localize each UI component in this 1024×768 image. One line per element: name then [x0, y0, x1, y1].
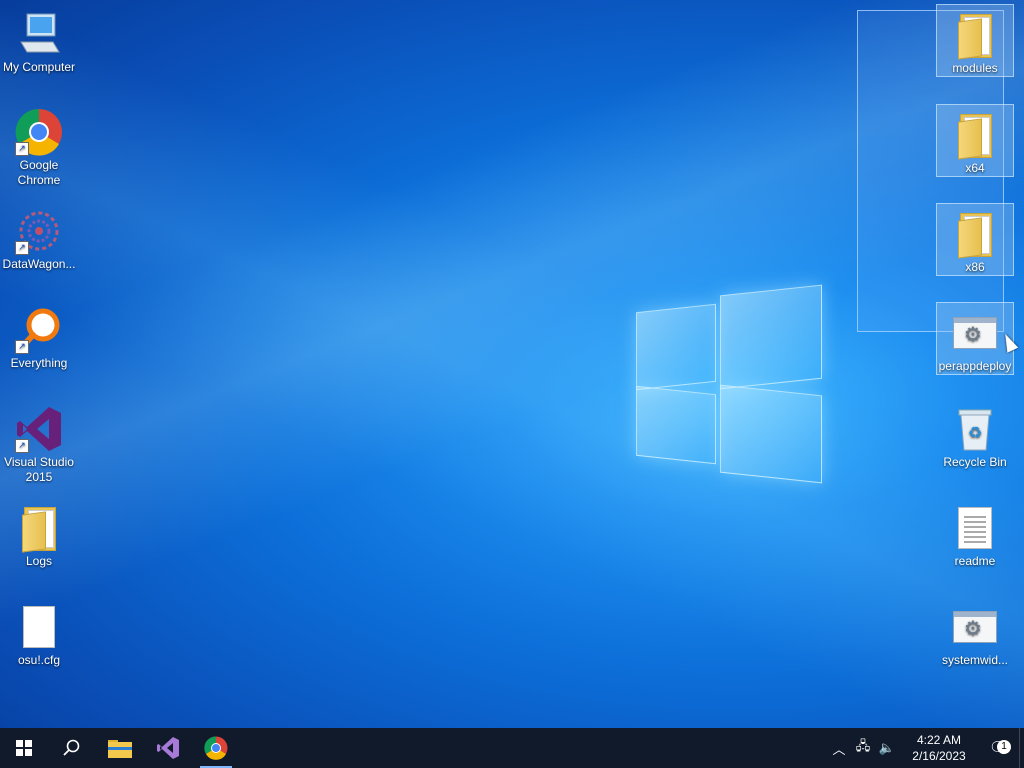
desktop-icon-everything[interactable]: ↗ Everything — [0, 300, 78, 371]
file-icon — [15, 603, 63, 651]
desktop-icon-label: Recycle Bin — [943, 455, 1007, 469]
setup-config-icon: ⚙ — [951, 603, 999, 651]
desktop-icon-label: perappdeploy — [938, 359, 1012, 373]
desktop-icon-logs[interactable]: Logs — [0, 498, 78, 569]
visual-studio-button[interactable] — [144, 728, 192, 768]
shortcut-arrow-icon: ↗ — [15, 439, 29, 453]
recycle-bin-icon: ♻ — [951, 405, 999, 453]
clock-date: 2/16/2023 — [912, 749, 966, 763]
desktop-icon-label: DataWagon... — [2, 257, 76, 271]
desktop-icon-osu-cfg[interactable]: osu!.cfg — [0, 597, 78, 668]
desktop-icon-label: osu!.cfg — [17, 653, 61, 667]
windows-logo-wallpaper — [636, 284, 822, 484]
desktop-icon-x86[interactable]: x86 — [936, 203, 1014, 276]
desktop-icon-label: Google Chrome — [17, 158, 61, 187]
notification-count-badge: 1 — [997, 740, 1011, 754]
visual-studio-icon — [157, 737, 179, 759]
clock[interactable]: 4:22 AM 2/16/2023 — [899, 732, 979, 764]
folder-icon — [15, 504, 63, 553]
chevron-up-icon[interactable]: ︿ — [827, 739, 851, 758]
desktop-icon-modules[interactable]: modules — [936, 4, 1014, 77]
everything-icon: ↗ — [15, 306, 63, 354]
desktop-icon-x64[interactable]: x64 — [936, 104, 1014, 177]
network-icon[interactable]: 🖧 — [851, 737, 875, 759]
svg-text:♻: ♻ — [968, 425, 982, 442]
text-document-icon — [951, 504, 999, 552]
desktop-icon-label: My Computer — [2, 60, 76, 74]
chrome-icon: ↗ — [15, 108, 63, 156]
desktop-icon-label: readme — [954, 554, 996, 568]
shortcut-arrow-icon: ↗ — [15, 142, 29, 156]
desktop-icon-label: modules — [952, 61, 998, 75]
search-button[interactable] — [48, 728, 96, 768]
visual-studio-icon: ↗ — [15, 405, 63, 453]
search-icon — [63, 739, 80, 756]
desktop-icon-google-chrome[interactable]: ↗ Google Chrome — [0, 102, 78, 188]
desktop-icon-label: Visual Studio 2015 — [4, 455, 74, 484]
file-explorer-button[interactable] — [96, 728, 144, 768]
shortcut-arrow-icon: ↗ — [15, 340, 29, 354]
desktop-icon-systemwide[interactable]: ⚙ systemwid... — [936, 597, 1014, 668]
setup-config-icon: ⚙ — [951, 309, 999, 357]
windows-icon — [16, 740, 32, 756]
chrome-button[interactable] — [192, 728, 240, 768]
desktop-icon-recycle-bin[interactable]: ♻ Recycle Bin — [936, 399, 1014, 470]
folder-icon — [108, 740, 132, 758]
folder-icon — [951, 11, 999, 60]
desktop-icon-label: x64 — [965, 161, 985, 175]
desktop-icon-label: Logs — [25, 554, 53, 568]
desktop-icon-visual-studio[interactable]: ↗ Visual Studio 2015 — [0, 399, 78, 485]
folder-icon — [951, 210, 999, 259]
folder-icon — [951, 111, 999, 160]
desktop-icon-datawagon[interactable]: ↗ DataWagon... — [0, 201, 78, 272]
computer-icon — [15, 10, 63, 58]
volume-icon[interactable]: 🔈 — [875, 740, 899, 756]
desktop-icon-label: Everything — [10, 356, 68, 370]
show-desktop-button[interactable] — [1019, 728, 1024, 768]
desktop-icon-label: systemwid... — [941, 653, 1008, 667]
clock-time: 4:22 AM — [916, 733, 962, 747]
action-center-button[interactable]: 🗨 1 — [979, 738, 1019, 758]
start-button[interactable] — [0, 728, 48, 768]
taskbar: ︿ 🖧 🔈 4:22 AM 2/16/2023 🗨 1 — [0, 728, 1024, 768]
datawagon-icon: ↗ — [15, 207, 63, 255]
shortcut-arrow-icon: ↗ — [15, 241, 29, 255]
system-tray: ︿ 🖧 🔈 4:22 AM 2/16/2023 🗨 1 — [827, 728, 1024, 768]
chrome-icon — [204, 736, 228, 760]
desktop-icon-label: x86 — [965, 260, 985, 274]
desktop-icon-my-computer[interactable]: My Computer — [0, 4, 78, 75]
desktop-icon-readme[interactable]: readme — [936, 498, 1014, 569]
